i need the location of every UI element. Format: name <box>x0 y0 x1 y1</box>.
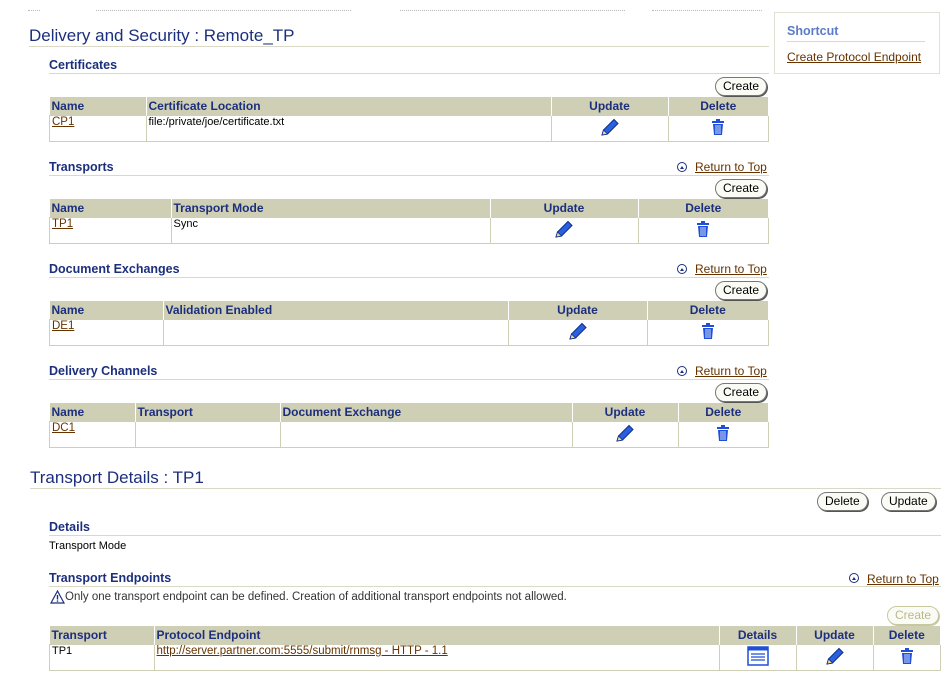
document-exchange-name-link[interactable]: DE1 <box>52 320 74 332</box>
top-dots <box>28 10 40 13</box>
column-header: Protocol Endpoint <box>154 626 720 645</box>
column-header: Details <box>719 626 797 645</box>
column-header: Update <box>490 199 639 218</box>
certificates-heading: Certificates <box>49 58 118 72</box>
return-to-top-icon <box>677 366 687 376</box>
delivery-channel-name-link[interactable]: DC1 <box>52 422 75 434</box>
top-dots <box>96 10 351 13</box>
trash-icon[interactable] <box>696 220 710 241</box>
document-exchanges-table: Name Validation Enabled Update Delete DE… <box>49 301 769 346</box>
table-row: CP1 file:/private/joe/certificate.txt <box>49 115 769 142</box>
column-header: Name <box>49 301 164 320</box>
column-header: Transport <box>135 403 281 422</box>
delivery-channels-create-button[interactable]: Create <box>715 383 768 402</box>
pencil-icon[interactable] <box>824 647 846 669</box>
column-header: Transport Mode <box>171 199 491 218</box>
column-header: Update <box>551 97 669 116</box>
column-header: Delete <box>647 301 769 320</box>
transports-heading: Transports <box>49 160 114 174</box>
warning-icon <box>49 589 66 607</box>
shortcut-box: Shortcut Create Protocol Endpoint <box>774 12 940 74</box>
trash-icon[interactable] <box>711 118 725 139</box>
return-to-top-icon <box>849 573 859 583</box>
transport-details-title: Transport Details : TP1 <box>30 468 204 487</box>
return-to-top-link[interactable]: Return to Top <box>867 572 939 586</box>
document-exchanges-heading: Document Exchanges <box>49 262 180 276</box>
shortcut-heading: Shortcut <box>787 24 839 38</box>
pencil-icon[interactable] <box>614 424 636 446</box>
endpoint-create-button: Create <box>887 606 940 625</box>
table-row: TP1 http://server.partner.com:5555/submi… <box>49 644 941 671</box>
column-header: Delete <box>873 626 941 645</box>
pencil-icon[interactable] <box>553 220 575 242</box>
details-transport-mode: Transport Mode <box>49 540 127 552</box>
section-rule <box>49 175 769 176</box>
return-to-top-link[interactable]: Return to Top <box>695 160 767 174</box>
transport-endpoints-heading: Transport Endpoints <box>49 571 172 585</box>
top-dots <box>400 10 625 13</box>
section-rule <box>49 73 769 74</box>
certificate-location: file:/private/joe/certificate.txt <box>145 115 552 142</box>
section-rule <box>49 535 941 536</box>
channel-document-exchange <box>279 421 573 448</box>
table-row: DE1 <box>49 319 769 346</box>
endpoint-warning-text: Only one transport endpoint can be defin… <box>65 591 567 603</box>
transport-update-button[interactable]: Update <box>881 492 936 511</box>
transport-mode: Sync <box>170 217 491 244</box>
section-rule <box>49 379 769 380</box>
create-protocol-endpoint-link[interactable]: Create Protocol Endpoint <box>787 50 921 64</box>
column-header: Validation Enabled <box>163 301 509 320</box>
column-header: Delete <box>638 199 769 218</box>
return-to-top-link[interactable]: Return to Top <box>695 364 767 378</box>
certificates-table: Name Certificate Location Update Delete … <box>49 97 769 142</box>
return-to-top-link[interactable]: Return to Top <box>695 262 767 276</box>
delivery-channels-table: Name Transport Document Exchange Update … <box>49 403 769 448</box>
column-header: Update <box>796 626 874 645</box>
trash-icon[interactable] <box>701 322 715 343</box>
title-rule <box>29 46 769 47</box>
shortcut-rule <box>787 41 925 42</box>
section-rule <box>49 277 769 278</box>
column-header: Delete <box>668 97 769 116</box>
column-header: Update <box>508 301 648 320</box>
protocol-endpoint-link[interactable]: http://server.partner.com:5555/submit/rn… <box>157 645 448 657</box>
column-header: Delete <box>678 403 769 422</box>
details-heading: Details <box>49 520 90 534</box>
pencil-icon[interactable] <box>599 118 621 140</box>
trash-icon[interactable] <box>900 647 914 668</box>
return-to-top-icon <box>677 264 687 274</box>
document-exchanges-create-button[interactable]: Create <box>715 281 768 300</box>
transports-create-button[interactable]: Create <box>715 179 768 198</box>
column-header: Name <box>49 199 172 218</box>
column-header: Name <box>49 403 136 422</box>
top-dots <box>652 10 762 13</box>
certificate-name-link[interactable]: CP1 <box>52 116 74 128</box>
certificates-create-button[interactable]: Create <box>715 77 768 96</box>
column-header: Name <box>49 97 147 116</box>
title-rule <box>30 488 941 489</box>
table-row: DC1 <box>49 421 769 448</box>
endpoint-transport: TP1 <box>49 644 155 671</box>
channel-transport <box>134 421 281 448</box>
validation-enabled <box>162 319 509 346</box>
transport-endpoints-table: Transport Protocol Endpoint Details Upda… <box>49 626 941 671</box>
details-icon[interactable] <box>746 646 769 669</box>
delivery-channels-heading: Delivery Channels <box>49 364 158 378</box>
column-header: Document Exchange <box>280 403 573 422</box>
pencil-icon[interactable] <box>567 322 589 344</box>
trash-icon[interactable] <box>716 424 730 445</box>
column-header: Update <box>572 403 679 422</box>
table-row: TP1 Sync <box>49 217 769 244</box>
return-to-top-icon <box>677 162 687 172</box>
column-header: Transport <box>49 626 155 645</box>
transport-name-link[interactable]: TP1 <box>52 218 73 230</box>
section-rule <box>49 586 941 587</box>
transport-delete-button[interactable]: Delete <box>817 492 868 511</box>
column-header: Certificate Location <box>146 97 552 116</box>
transports-table: Name Transport Mode Update Delete TP1 Sy… <box>49 199 769 244</box>
page-title: Delivery and Security : Remote_TP <box>29 26 295 45</box>
